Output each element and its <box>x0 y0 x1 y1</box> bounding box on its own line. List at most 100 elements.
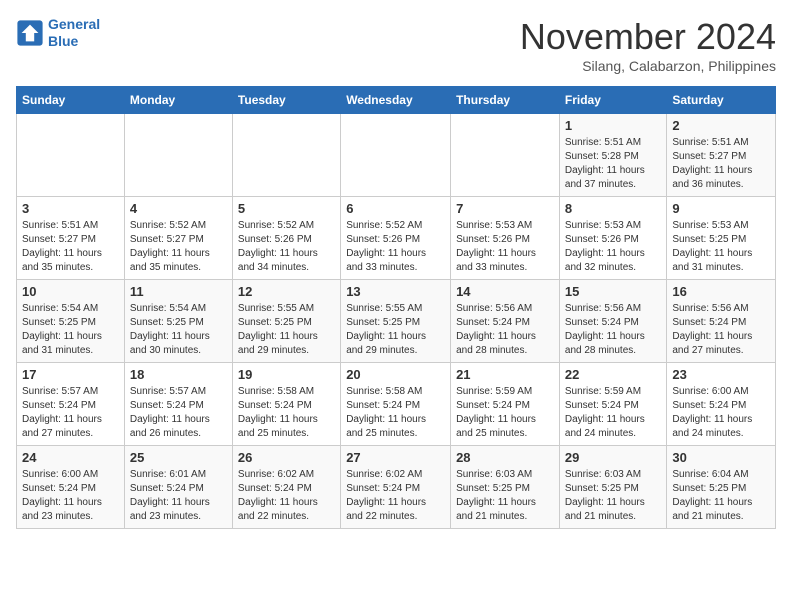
calendar-week-row: 24Sunrise: 6:00 AM Sunset: 5:24 PM Dayli… <box>17 446 776 529</box>
calendar-cell: 10 Sunrise: 5:54 AM Sunset: 5:25 PM Dayli… <box>17 280 125 363</box>
calendar-cell: 6 Sunrise: 5:52 AM Sunset: 5:26 PM Daylig… <box>341 197 451 280</box>
calendar-cell: 12 Sunrise: 5:55 AM Sunset: 5:25 PM Dayli… <box>232 280 340 363</box>
cell-sun-info: Sunrise: 5:52 AM Sunset: 5:27 PM Dayligh… <box>130 219 227 275</box>
cell-sun-info: Sunrise: 5:51 AM Sunset: 5:27 PM Dayligh… <box>22 219 119 275</box>
calendar-cell: 9 Sunrise: 5:53 AM Sunset: 5:25 PM Daylig… <box>667 197 776 280</box>
cell-sun-info: Sunrise: 5:53 AM Sunset: 5:26 PM Dayligh… <box>456 219 554 275</box>
cell-day-number: 20 <box>346 367 445 382</box>
cell-day-number: 22 <box>565 367 661 382</box>
calendar-cell: 7 Sunrise: 5:53 AM Sunset: 5:26 PM Daylig… <box>451 197 560 280</box>
cell-day-number: 16 <box>672 284 770 299</box>
weekday-header: Sunday <box>17 87 125 114</box>
title-block: November 2024 Silang, Calabarzon, Philip… <box>520 16 776 74</box>
calendar-week-row: 3 Sunrise: 5:51 AM Sunset: 5:27 PM Daylig… <box>17 197 776 280</box>
weekday-header: Thursday <box>451 87 560 114</box>
logo-text: General Blue <box>48 16 100 50</box>
logo: General Blue <box>16 16 100 50</box>
cell-sun-info: Sunrise: 5:53 AM Sunset: 5:26 PM Dayligh… <box>565 219 661 275</box>
cell-sun-info: Sunrise: 5:54 AM Sunset: 5:25 PM Dayligh… <box>130 302 227 358</box>
cell-sun-info: Sunrise: 5:58 AM Sunset: 5:24 PM Dayligh… <box>346 385 445 441</box>
cell-day-number: 7 <box>456 201 554 216</box>
cell-day-number: 17 <box>22 367 119 382</box>
calendar-cell <box>451 114 560 197</box>
cell-day-number: 23 <box>672 367 770 382</box>
cell-sun-info: Sunrise: 5:51 AM Sunset: 5:28 PM Dayligh… <box>565 136 661 192</box>
cell-sun-info: Sunrise: 6:04 AM Sunset: 5:25 PM Dayligh… <box>672 468 770 524</box>
cell-day-number: 25 <box>130 450 227 465</box>
cell-sun-info: Sunrise: 5:57 AM Sunset: 5:24 PM Dayligh… <box>130 385 227 441</box>
cell-sun-info: Sunrise: 5:51 AM Sunset: 5:27 PM Dayligh… <box>672 136 770 192</box>
calendar-table: SundayMondayTuesdayWednesdayThursdayFrid… <box>16 86 776 529</box>
weekday-header: Saturday <box>667 87 776 114</box>
cell-sun-info: Sunrise: 5:58 AM Sunset: 5:24 PM Dayligh… <box>238 385 335 441</box>
calendar-week-row: 1 Sunrise: 5:51 AM Sunset: 5:28 PM Daylig… <box>17 114 776 197</box>
cell-day-number: 14 <box>456 284 554 299</box>
calendar-cell: 15 Sunrise: 5:56 AM Sunset: 5:24 PM Dayli… <box>559 280 666 363</box>
cell-day-number: 18 <box>130 367 227 382</box>
calendar-cell: 26 Sunrise: 6:02 AM Sunset: 5:24 PM Dayli… <box>232 446 340 529</box>
cell-day-number: 3 <box>22 201 119 216</box>
weekday-header: Wednesday <box>341 87 451 114</box>
calendar-cell: 21 Sunrise: 5:59 AM Sunset: 5:24 PM Dayli… <box>451 363 560 446</box>
cell-day-number: 27 <box>346 450 445 465</box>
calendar-cell: 13Sunrise: 5:55 AM Sunset: 5:25 PM Dayli… <box>341 280 451 363</box>
calendar-cell: 27 Sunrise: 6:02 AM Sunset: 5:24 PM Dayli… <box>341 446 451 529</box>
cell-sun-info: Sunrise: 5:53 AM Sunset: 5:25 PM Dayligh… <box>672 219 770 275</box>
cell-day-number: 29 <box>565 450 661 465</box>
cell-day-number: 24 <box>22 450 119 465</box>
cell-day-number: 5 <box>238 201 335 216</box>
calendar-cell <box>232 114 340 197</box>
cell-day-number: 30 <box>672 450 770 465</box>
cell-sun-info: Sunrise: 5:52 AM Sunset: 5:26 PM Dayligh… <box>346 219 445 275</box>
cell-day-number: 26 <box>238 450 335 465</box>
cell-day-number: 6 <box>346 201 445 216</box>
weekday-header: Tuesday <box>232 87 340 114</box>
calendar-cell <box>124 114 232 197</box>
cell-day-number: 19 <box>238 367 335 382</box>
calendar-cell <box>341 114 451 197</box>
cell-sun-info: Sunrise: 5:54 AM Sunset: 5:25 PM Dayligh… <box>22 302 119 358</box>
calendar-cell: 16 Sunrise: 5:56 AM Sunset: 5:24 PM Dayli… <box>667 280 776 363</box>
cell-day-number: 28 <box>456 450 554 465</box>
location: Silang, Calabarzon, Philippines <box>520 58 776 74</box>
cell-sun-info: Sunrise: 6:02 AM Sunset: 5:24 PM Dayligh… <box>238 468 335 524</box>
page-header: General Blue November 2024 Silang, Calab… <box>16 16 776 74</box>
cell-day-number: 1 <box>565 118 661 133</box>
calendar-cell: 8Sunrise: 5:53 AM Sunset: 5:26 PM Daylig… <box>559 197 666 280</box>
cell-day-number: 11 <box>130 284 227 299</box>
cell-sun-info: Sunrise: 5:56 AM Sunset: 5:24 PM Dayligh… <box>565 302 661 358</box>
logo-icon <box>16 19 44 47</box>
calendar-cell: 2Sunrise: 5:51 AM Sunset: 5:27 PM Daylig… <box>667 114 776 197</box>
calendar-week-row: 10 Sunrise: 5:54 AM Sunset: 5:25 PM Dayli… <box>17 280 776 363</box>
calendar-cell: 3 Sunrise: 5:51 AM Sunset: 5:27 PM Daylig… <box>17 197 125 280</box>
cell-sun-info: Sunrise: 6:00 AM Sunset: 5:24 PM Dayligh… <box>672 385 770 441</box>
cell-sun-info: Sunrise: 6:03 AM Sunset: 5:25 PM Dayligh… <box>456 468 554 524</box>
cell-day-number: 15 <box>565 284 661 299</box>
cell-day-number: 4 <box>130 201 227 216</box>
month-title: November 2024 <box>520 16 776 58</box>
cell-day-number: 12 <box>238 284 335 299</box>
calendar-cell: 25 Sunrise: 6:01 AM Sunset: 5:24 PM Dayli… <box>124 446 232 529</box>
cell-sun-info: Sunrise: 6:03 AM Sunset: 5:25 PM Dayligh… <box>565 468 661 524</box>
cell-sun-info: Sunrise: 5:55 AM Sunset: 5:25 PM Dayligh… <box>238 302 335 358</box>
cell-day-number: 9 <box>672 201 770 216</box>
calendar-cell: 23 Sunrise: 6:00 AM Sunset: 5:24 PM Dayli… <box>667 363 776 446</box>
calendar-cell: 5Sunrise: 5:52 AM Sunset: 5:26 PM Daylig… <box>232 197 340 280</box>
cell-day-number: 10 <box>22 284 119 299</box>
calendar-cell: 1 Sunrise: 5:51 AM Sunset: 5:28 PM Daylig… <box>559 114 666 197</box>
cell-sun-info: Sunrise: 6:01 AM Sunset: 5:24 PM Dayligh… <box>130 468 227 524</box>
cell-sun-info: Sunrise: 5:59 AM Sunset: 5:24 PM Dayligh… <box>456 385 554 441</box>
cell-sun-info: Sunrise: 5:57 AM Sunset: 5:24 PM Dayligh… <box>22 385 119 441</box>
cell-sun-info: Sunrise: 5:59 AM Sunset: 5:24 PM Dayligh… <box>565 385 661 441</box>
cell-sun-info: Sunrise: 6:02 AM Sunset: 5:24 PM Dayligh… <box>346 468 445 524</box>
calendar-cell: 11 Sunrise: 5:54 AM Sunset: 5:25 PM Dayli… <box>124 280 232 363</box>
calendar-cell: 18 Sunrise: 5:57 AM Sunset: 5:24 PM Dayli… <box>124 363 232 446</box>
calendar-cell <box>17 114 125 197</box>
calendar-header-row: SundayMondayTuesdayWednesdayThursdayFrid… <box>17 87 776 114</box>
calendar-cell: 28 Sunrise: 6:03 AM Sunset: 5:25 PM Dayli… <box>451 446 560 529</box>
cell-day-number: 21 <box>456 367 554 382</box>
weekday-header: Friday <box>559 87 666 114</box>
cell-sun-info: Sunrise: 5:56 AM Sunset: 5:24 PM Dayligh… <box>672 302 770 358</box>
calendar-cell: 4 Sunrise: 5:52 AM Sunset: 5:27 PM Daylig… <box>124 197 232 280</box>
cell-sun-info: Sunrise: 5:56 AM Sunset: 5:24 PM Dayligh… <box>456 302 554 358</box>
